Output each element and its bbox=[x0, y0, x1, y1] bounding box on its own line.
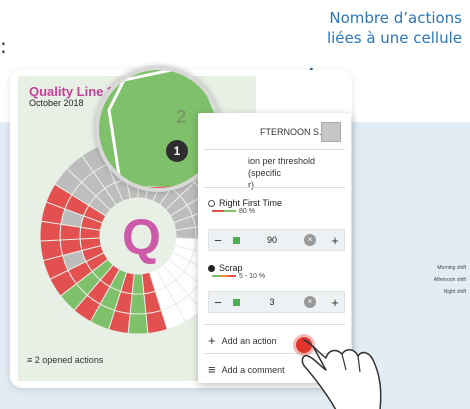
cell-action-badge[interactable]: 1 bbox=[166, 140, 188, 162]
increment-button[interactable]: + bbox=[326, 295, 344, 310]
threshold-bar bbox=[212, 210, 236, 213]
legend-night: Night shift bbox=[443, 289, 466, 295]
value-stepper[interactable]: − 90 × + bbox=[208, 229, 345, 251]
value-input[interactable]: 90 bbox=[240, 235, 304, 245]
colon-text: : bbox=[0, 34, 7, 58]
clear-icon[interactable]: × bbox=[304, 296, 316, 308]
chart-subtitle: October 2018 bbox=[29, 98, 84, 108]
popover-title: FTERNOON S... bbox=[260, 127, 327, 137]
indicator-name: Right First Time bbox=[219, 198, 283, 208]
add-action-label: Add an action bbox=[221, 336, 277, 346]
comment-lines-icon: ≡ bbox=[208, 362, 216, 377]
callout-line-1: Nombre d’actions bbox=[329, 9, 462, 27]
threshold-text: ion per threshold (specific r) bbox=[208, 155, 345, 191]
threshold-bar bbox=[212, 275, 236, 278]
indicator-range: 80 % bbox=[239, 208, 255, 215]
shift-color-swatch[interactable] bbox=[321, 122, 341, 142]
stage: Nombre d’actions liées à une cellule : Q… bbox=[0, 0, 470, 409]
decrement-button[interactable]: − bbox=[209, 295, 227, 310]
indicator-rft: Right First Time 80 % bbox=[208, 198, 345, 215]
clear-icon[interactable]: × bbox=[304, 234, 316, 246]
opened-actions-link[interactable]: ≡ 2 opened actions bbox=[27, 355, 103, 365]
callout-annotation: Nombre d’actions liées à une cellule bbox=[327, 8, 462, 48]
plus-icon: + bbox=[208, 333, 216, 348]
status-square-icon bbox=[233, 236, 240, 244]
indicator-scrap: Scrap 5 - 10 % bbox=[208, 263, 345, 280]
divider bbox=[204, 324, 345, 325]
opened-actions-label: 2 opened actions bbox=[34, 355, 104, 365]
radio-icon[interactable] bbox=[208, 265, 215, 272]
shift-legend: Morning shift Afternoon shift Night shif… bbox=[434, 262, 466, 298]
status-square-icon bbox=[233, 298, 240, 306]
value-input[interactable]: 3 bbox=[240, 297, 304, 307]
increment-button[interactable]: + bbox=[326, 233, 344, 248]
hand-pointer-icon bbox=[301, 339, 382, 409]
value-stepper[interactable]: − 3 × + bbox=[208, 291, 345, 313]
radio-icon[interactable] bbox=[208, 200, 215, 207]
legend-afternoon: Afternoon shift bbox=[433, 277, 466, 283]
threshold-line-1: ion per threshold (specific bbox=[248, 156, 316, 178]
list-icon: ≡ bbox=[27, 355, 35, 365]
popover-header: FTERNOON S... bbox=[208, 122, 345, 142]
calendar-cell[interactable] bbox=[127, 313, 149, 335]
indicator-name: Scrap bbox=[219, 263, 243, 273]
threshold-line-2: r) bbox=[248, 180, 254, 190]
callout-line-2: liées à une cellule bbox=[326, 29, 462, 47]
add-comment-label: Add a comment bbox=[221, 365, 285, 375]
divider bbox=[204, 187, 345, 188]
chart-title: Quality Line 3 bbox=[29, 84, 115, 99]
calendar-cell[interactable] bbox=[129, 293, 147, 315]
indicator-range: 5 - 10 % bbox=[239, 273, 266, 280]
divider bbox=[204, 149, 345, 150]
center-letter: Q bbox=[122, 209, 161, 265]
cell-action-count: 2 bbox=[176, 107, 187, 128]
legend-morning: Morning shift bbox=[437, 265, 466, 271]
decrement-button[interactable]: − bbox=[209, 233, 227, 248]
